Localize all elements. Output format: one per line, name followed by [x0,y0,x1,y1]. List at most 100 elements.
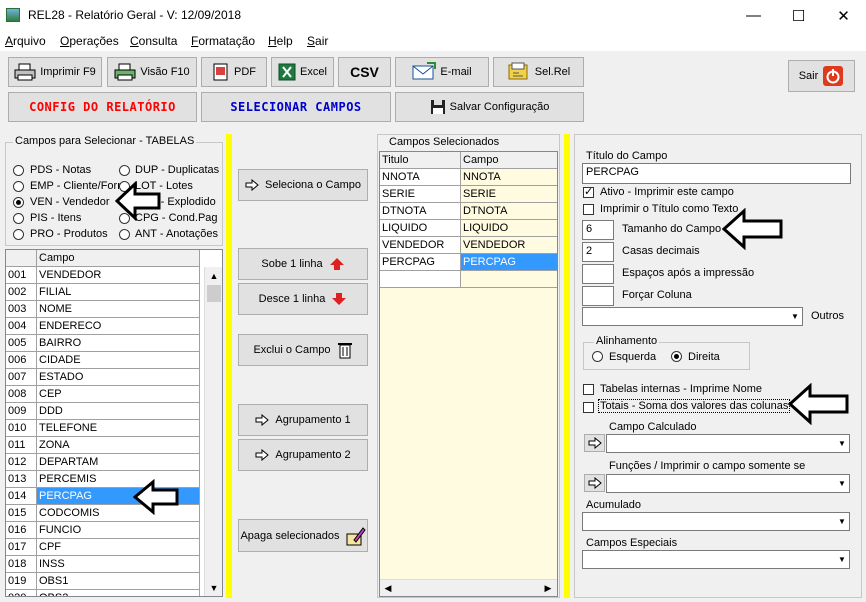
excel-button[interactable]: Excel [271,57,334,87]
menu-consulta[interactable]: Consulta [130,34,177,48]
exclui-campo-button[interactable]: Exclui o Campo [238,334,368,366]
campos-row-code[interactable]: 006 [6,352,37,369]
scroll-thumb[interactable] [207,285,221,302]
campos-row-code[interactable]: 005 [6,335,37,352]
visao-button[interactable]: Visão F10 [107,57,197,87]
menu-formatacao[interactable]: Formatação [191,34,255,48]
campos-row-name[interactable]: DEPARTAM [37,454,200,471]
menu-help[interactable]: Help [268,34,293,48]
forcar-coluna-input[interactable] [582,286,614,306]
campos-row-code[interactable]: 007 [6,369,37,386]
campos-scrollbar[interactable]: ▲ ▼ [204,267,222,596]
selecionados-row-titulo[interactable]: LIQUIDO [380,220,461,237]
campos-row-code[interactable]: 020 [6,590,37,596]
calculado-combo[interactable]: ▼ [606,434,850,453]
campos-row-name[interactable]: CPF [37,539,200,556]
chevron-down-icon[interactable]: ▼ [834,475,849,492]
selecionados-row-titulo[interactable]: PERCPAG [380,254,461,271]
menu-sair[interactable]: Sair [307,34,328,48]
minimize-button[interactable]: — [731,0,776,31]
sobe-linha-button[interactable]: Sobe 1 linha [238,248,368,280]
funcoes-combo[interactable]: ▼ [606,474,850,493]
campos-row-code[interactable]: 018 [6,556,37,573]
selecionados-row-campo[interactable]: PERCPAG [461,254,557,271]
radio-pis-circle[interactable] [13,213,24,224]
campos-row-name[interactable]: BAIRRO [37,335,200,352]
pdf-button[interactable]: PDF [201,57,267,87]
selecionados-grid[interactable]: Titulo Campo NNOTA NNOTA SERIE SERIE DTNOTA D… [379,151,558,597]
especiais-combo[interactable]: ▼ [582,550,850,569]
campos-row-code[interactable]: 013 [6,471,37,488]
espacos-input[interactable] [582,264,614,284]
selecionados-row-titulo[interactable]: VENDEDOR [380,237,461,254]
campos-row-name[interactable]: ESTADO [37,369,200,386]
campos-row-code[interactable]: 003 [6,301,37,318]
selecionados-hscrollbar[interactable]: ◀ ▶ [380,579,557,596]
email-button[interactable]: E-mail [395,57,489,87]
selecionados-row-campo[interactable] [461,271,557,288]
selecionados-row-campo[interactable]: SERIE [461,186,557,203]
agrupamento-2-button[interactable]: Agrupamento 2 [238,439,368,471]
campos-grid[interactable]: Campo 001 VENDEDOR 002 FILIAL 003 NOME 004 ENDE… [5,249,223,597]
campos-row-code[interactable]: 012 [6,454,37,471]
campos-row-code[interactable]: 019 [6,573,37,590]
selecionados-row-campo[interactable]: NNOTA [461,169,557,186]
radio-esquerda[interactable] [592,351,603,362]
selecionados-row-campo[interactable]: DTNOTA [461,203,557,220]
campos-row-name[interactable]: ENDERECO [37,318,200,335]
config-relatorio-button[interactable]: CONFIG DO RELATÓRIO [8,92,197,122]
campos-row-name[interactable]: OBS2 [37,590,200,596]
calculado-select-button[interactable] [584,434,605,452]
campos-row-name[interactable]: CEP [37,386,200,403]
funcoes-select-button[interactable] [584,474,605,492]
totais-checkbox[interactable] [583,402,594,413]
acumulado-combo[interactable]: ▼ [582,512,850,531]
sair-button[interactable]: Sair [788,60,855,92]
campos-row-name[interactable]: FILIAL [37,284,200,301]
campos-row-name[interactable]: NOME [37,301,200,318]
selecionar-campos-button[interactable]: SELECIONAR CAMPOS [201,92,391,122]
maximize-button[interactable]: ☐ [776,0,821,31]
campos-row-name[interactable]: VENDEDOR [37,267,200,284]
scroll-down-icon[interactable]: ▼ [205,579,222,596]
campos-row-name[interactable]: OBS1 [37,573,200,590]
selecionados-row-campo[interactable]: VENDEDOR [461,237,557,254]
casas-input[interactable]: 2 [582,242,614,262]
titulo-input[interactable]: PERCPAG [582,163,851,184]
tabelas-internas-checkbox[interactable] [583,384,594,395]
campos-row-code[interactable]: 002 [6,284,37,301]
chevron-down-icon[interactable]: ▼ [834,551,849,568]
menu-arquivo[interactable]: Arquivo [5,34,46,48]
close-button[interactable]: ✕ [821,0,866,31]
campos-row-name[interactable]: TELEFONE [37,420,200,437]
radio-ven-circle[interactable] [13,197,24,208]
campos-row-name[interactable]: ZONA [37,437,200,454]
selecionados-row-titulo[interactable]: NNOTA [380,169,461,186]
selrel-button[interactable]: Sel.Rel [493,57,584,87]
radio-direita[interactable] [671,351,682,362]
campos-row-code[interactable]: 014 [6,488,37,505]
campos-row-code[interactable]: 001 [6,267,37,284]
agrupamento-1-button[interactable]: Agrupamento 1 [238,404,368,436]
csv-button[interactable]: CSV [338,57,391,87]
seleciona-campo-button[interactable]: Seleciona o Campo [238,169,368,201]
campos-row-code[interactable]: 017 [6,539,37,556]
radio-pds-circle[interactable] [13,165,24,176]
radio-dup-circle[interactable] [119,165,130,176]
imprimir-button[interactable]: Imprimir F9 [8,57,102,87]
campos-row-name[interactable]: INSS [37,556,200,573]
selecionados-row-titulo[interactable] [380,271,461,288]
campos-row-code[interactable]: 010 [6,420,37,437]
campos-row-code[interactable]: 004 [6,318,37,335]
campos-row-code[interactable]: 009 [6,403,37,420]
chevron-down-icon[interactable]: ▼ [787,308,802,325]
radio-ant-circle[interactable] [119,229,130,240]
tamanho-input[interactable]: 6 [582,220,614,240]
selecionados-row-titulo[interactable]: DTNOTA [380,203,461,220]
scroll-left-icon[interactable]: ◀ [380,580,396,596]
apaga-selecionados-button[interactable]: Apaga selecionados [238,519,368,552]
scroll-right-icon[interactable]: ▶ [540,580,556,596]
menu-operacoes[interactable]: Operações [60,34,119,48]
desce-linha-button[interactable]: Desce 1 linha [238,283,368,315]
campos-row-code[interactable]: 016 [6,522,37,539]
